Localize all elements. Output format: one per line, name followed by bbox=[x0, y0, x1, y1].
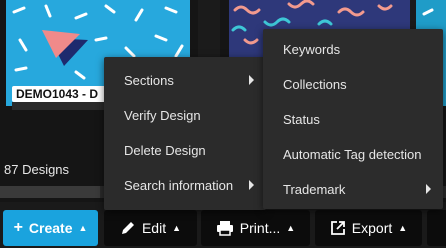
menu-item-trademark[interactable]: Trademark bbox=[263, 174, 443, 204]
print-button-label: Print... bbox=[239, 220, 281, 236]
sections-submenu: Keywords Collections Status Automatic Ta… bbox=[263, 29, 443, 209]
menu-item-label: Automatic Tag detection bbox=[283, 146, 422, 162]
menu-item-label: Status bbox=[283, 111, 320, 127]
menu-item-label: Trademark bbox=[283, 181, 346, 197]
menu-item-delete-design[interactable]: Delete Design bbox=[104, 135, 266, 165]
menu-item-label: Delete Design bbox=[124, 142, 206, 158]
caret-up-icon: ▲ bbox=[398, 223, 408, 233]
edit-button[interactable]: Edit ▲ bbox=[104, 210, 197, 246]
printer-icon bbox=[216, 221, 233, 236]
chevron-right-icon bbox=[426, 184, 431, 194]
menu-item-label: Collections bbox=[283, 76, 347, 92]
menu-item-label: Search information bbox=[124, 177, 234, 193]
scrollbar-thumb[interactable] bbox=[0, 186, 100, 198]
external-link-icon bbox=[330, 221, 345, 235]
design-label-text: DEMO1043 - D bbox=[16, 87, 99, 101]
caret-up-icon: ▲ bbox=[78, 223, 88, 233]
caret-up-icon: ▲ bbox=[172, 223, 182, 233]
print-button[interactable]: Print... ▲ bbox=[201, 210, 310, 246]
caret-up-icon: ▲ bbox=[286, 223, 296, 233]
menu-item-label: Verify Design bbox=[124, 107, 201, 123]
edit-button-label: Edit bbox=[141, 220, 167, 236]
design-gallery: DEMO1043 - D 87 Designs + Create ▲ Edit … bbox=[0, 0, 446, 248]
menu-item-collections[interactable]: Collections bbox=[263, 69, 443, 99]
chevron-right-icon bbox=[249, 180, 254, 190]
menu-item-status[interactable]: Status bbox=[263, 104, 443, 134]
menu-item-sections[interactable]: Sections bbox=[104, 65, 266, 95]
pencil-icon bbox=[121, 222, 134, 234]
menu-item-label: Keywords bbox=[283, 41, 341, 57]
plus-icon: + bbox=[13, 219, 23, 236]
menu-item-verify-design[interactable]: Verify Design bbox=[104, 100, 266, 130]
create-button[interactable]: + Create ▲ bbox=[3, 210, 98, 246]
edit-menu: Sections Verify Design Delete Design Sea… bbox=[104, 57, 266, 210]
design-count: 87 Designs bbox=[4, 162, 70, 177]
export-button-label: Export bbox=[351, 220, 393, 236]
more-button[interactable] bbox=[427, 210, 446, 246]
menu-item-automatic-tag-detection[interactable]: Automatic Tag detection bbox=[263, 139, 443, 169]
export-button[interactable]: Export ▲ bbox=[315, 210, 422, 246]
menu-item-label: Sections bbox=[124, 72, 174, 88]
chevron-right-icon bbox=[249, 75, 254, 85]
menu-item-search-information[interactable]: Search information bbox=[104, 170, 266, 200]
create-button-label: Create bbox=[28, 220, 73, 236]
menu-item-keywords[interactable]: Keywords bbox=[263, 34, 443, 64]
